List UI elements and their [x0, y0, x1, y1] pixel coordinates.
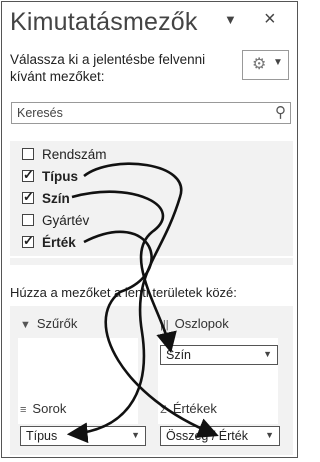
drag-hint-text: Húzza a mezőket a lenti területek közé: [10, 285, 237, 300]
area-label-columns: ||| Oszlopok [160, 316, 229, 331]
columns-field-szin[interactable]: Szín ▼ [160, 345, 278, 365]
field-label: Érték [42, 234, 76, 250]
search-placeholder: Keresés [17, 106, 63, 120]
area-label-rows: ≡ Sorok [20, 401, 67, 416]
field-checkbox[interactable] [22, 189, 34, 205]
field-label: Szín [42, 190, 70, 206]
pivot-areas: ▼ Szűrők ||| Oszlopok Szín ▼ ≡ Sorok Típus … [10, 306, 293, 455]
field-checkbox[interactable] [22, 214, 34, 226]
field-item-tipus[interactable]: Típus [22, 167, 78, 185]
filter-icon: ▼ [20, 319, 31, 331]
instruction-text: Válassza ki a jelentésbe felvenni kívánt… [10, 52, 206, 84]
values-field-osszeg-ertek[interactable]: Összeg / Érték ▼ [160, 426, 280, 446]
field-item-szin[interactable]: Szín [22, 189, 70, 207]
field-checkbox[interactable] [22, 167, 34, 183]
field-label: Típus [42, 168, 78, 184]
field-checkbox[interactable] [22, 148, 34, 160]
area-label-values: Σ Értékek [160, 401, 217, 416]
field-label: Gyártév [42, 212, 90, 228]
sigma-icon: Σ [160, 404, 167, 416]
field-item-gyartev[interactable]: Gyártév [22, 211, 89, 229]
field-checkbox[interactable] [22, 233, 34, 249]
field-item-ertek[interactable]: Érték [22, 233, 76, 251]
gear-icon: ⚙ [252, 56, 267, 73]
columns-icon: ||| [160, 319, 169, 331]
field-label: Rendszám [42, 146, 107, 162]
area-label-filters: ▼ Szűrők [20, 316, 78, 331]
chevron-down-icon: ▼ [273, 57, 283, 68]
chevron-down-icon[interactable]: ▼ [265, 430, 274, 440]
chevron-down-icon[interactable]: ▼ [224, 12, 237, 27]
close-icon[interactable]: × [264, 8, 276, 31]
chevron-down-icon[interactable]: ▼ [131, 430, 140, 440]
tools-button[interactable]: ⚙ ▼ [242, 50, 289, 80]
field-list: Rendszám Típus Szín Gyártév Érték [10, 141, 293, 256]
rows-icon: ≡ [20, 404, 27, 416]
pivot-field-list-pane: Kimutatásmezők ▼ × Válassza ki a jelenté… [1, 1, 298, 458]
divider[interactable] [10, 258, 293, 265]
pane-title: Kimutatásmezők [10, 8, 198, 36]
rows-field-tipus[interactable]: Típus ▼ [20, 426, 146, 446]
search-input[interactable]: Keresés ⚲ [11, 102, 291, 124]
field-item-rendszam[interactable]: Rendszám [22, 145, 107, 163]
search-icon: ⚲ [275, 104, 286, 121]
chevron-down-icon[interactable]: ▼ [263, 349, 272, 359]
